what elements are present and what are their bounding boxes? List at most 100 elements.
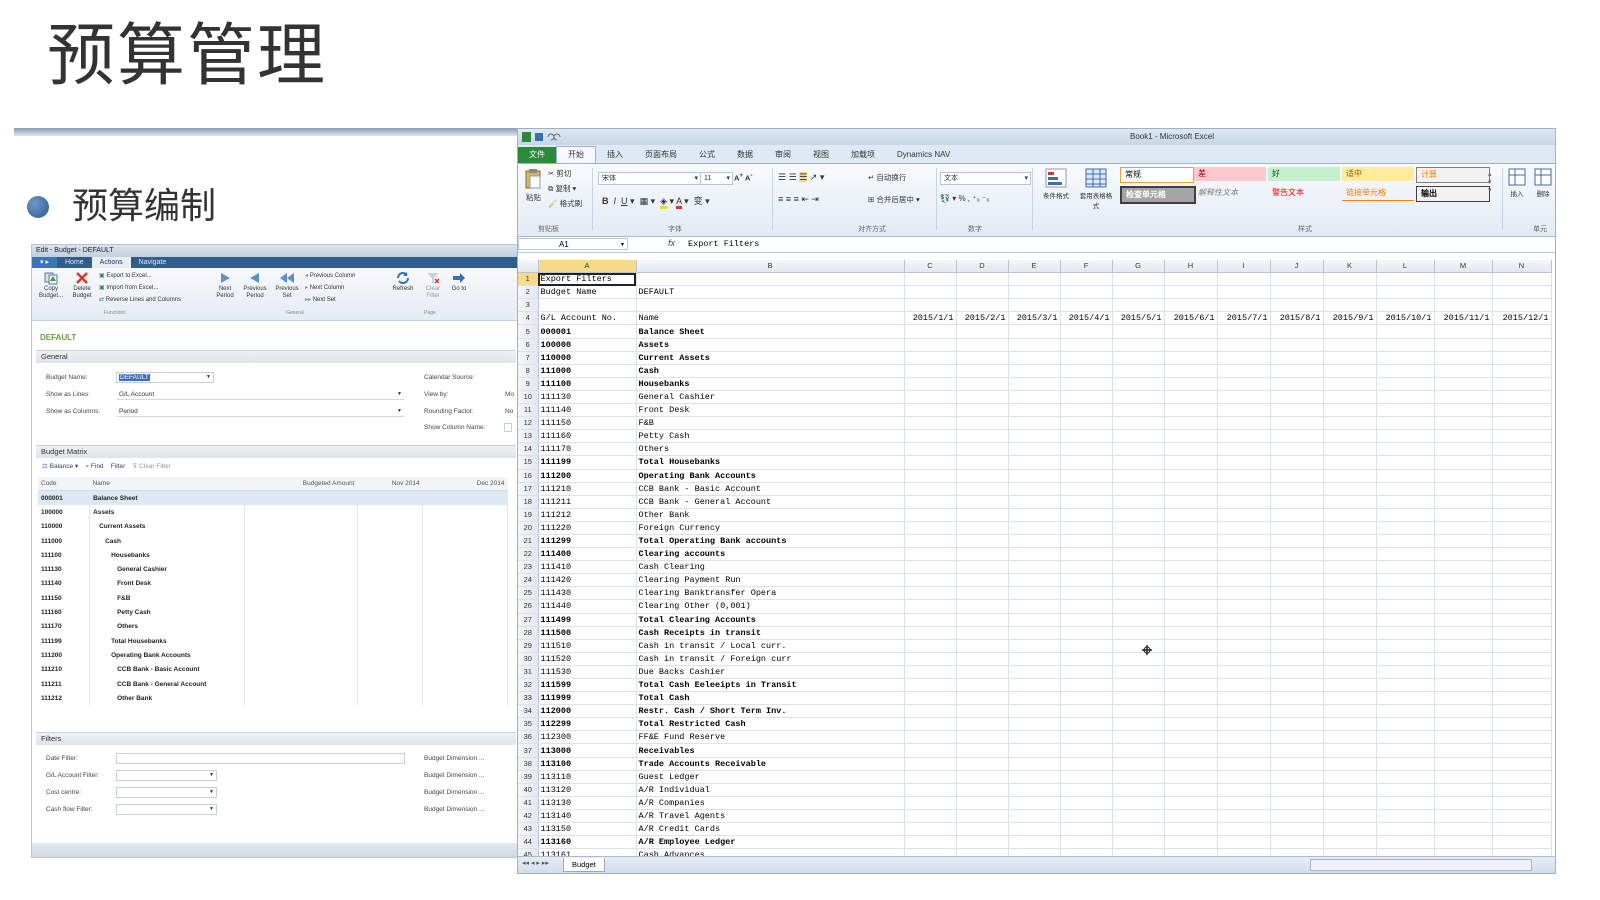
cell-date-column[interactable]: [1112, 809, 1165, 824]
cell-date-column[interactable]: [1434, 534, 1493, 549]
cell-date-column[interactable]: [1376, 547, 1435, 562]
row-header[interactable]: 37: [518, 743, 539, 758]
cell-date-column[interactable]: [1217, 285, 1271, 300]
decrease-decimal-icon[interactable]: ⁻₀: [982, 194, 990, 203]
cell-date-column[interactable]: [1164, 455, 1218, 470]
cell-date-column[interactable]: [904, 455, 957, 470]
cell-a[interactable]: 113130: [538, 796, 637, 810]
cell-date-column[interactable]: [1434, 743, 1493, 758]
cell-date-column[interactable]: [1217, 390, 1271, 405]
cell-date-column[interactable]: [1164, 508, 1218, 522]
dec-2014-cell[interactable]: [422, 533, 508, 549]
cell-date-column[interactable]: [1217, 560, 1271, 575]
horizontal-align-buttons[interactable]: ≡ ≡ ≡ ⇤ ⇥: [778, 194, 819, 205]
cell-date-column[interactable]: 2015/4/1: [1060, 311, 1113, 326]
table-row[interactable]: 111200 Operating Bank Accounts: [38, 648, 508, 663]
dec-2014-cell[interactable]: [422, 662, 508, 677]
cell-date-column[interactable]: [1008, 560, 1061, 575]
cell-b[interactable]: Name: [636, 311, 905, 326]
nav-tab-actions[interactable]: Actions: [91, 257, 131, 268]
table-row[interactable]: 111212 Other Bank: [38, 691, 508, 706]
cell-date-column[interactable]: [1217, 429, 1271, 444]
row-header[interactable]: 8: [518, 364, 539, 378]
cell-date-column[interactable]: [1060, 534, 1113, 549]
font-name-select[interactable]: 宋体 ▾: [598, 172, 701, 185]
table-row[interactable]: 000001 Balance Sheet: [38, 490, 508, 506]
cell-date-column[interactable]: [904, 377, 957, 391]
cell-date-column[interactable]: [1492, 285, 1552, 300]
horizontal-scrollbar[interactable]: [1310, 859, 1532, 871]
cell-date-column[interactable]: [1008, 678, 1061, 693]
cell-date-column[interactable]: [956, 757, 1009, 771]
cell-date-column[interactable]: [1323, 639, 1377, 653]
cell-date-column[interactable]: [1217, 534, 1271, 549]
cell-date-column[interactable]: [1060, 717, 1113, 732]
cell-date-column[interactable]: 2015/3/1: [1008, 311, 1061, 326]
cell-date-column[interactable]: [1270, 338, 1324, 352]
dec-2014-cell[interactable]: [422, 648, 508, 663]
style-calculation[interactable]: 计算: [1416, 167, 1490, 183]
cell-date-column[interactable]: [1434, 757, 1493, 771]
cell-date-column[interactable]: [1112, 717, 1165, 732]
cell-b[interactable]: Clearing accounts: [636, 547, 905, 562]
cell-date-column[interactable]: [1217, 835, 1271, 850]
style-explanatory[interactable]: 解释性文本: [1194, 186, 1266, 200]
cell-date-column[interactable]: [1112, 298, 1165, 313]
cell-date-column[interactable]: [1164, 770, 1218, 784]
cell-date-column[interactable]: [956, 704, 1009, 719]
cell-date-column[interactable]: [1323, 835, 1377, 850]
table-row[interactable]: 111170 Others: [38, 619, 508, 634]
phonetic-icon[interactable]: 变: [694, 196, 703, 206]
cell-date-column[interactable]: [904, 822, 957, 837]
cell-date-column[interactable]: [1492, 390, 1552, 405]
font-grow-shrink-buttons[interactable]: A+ A-: [734, 172, 752, 183]
cell-date-column[interactable]: [1008, 796, 1061, 810]
nov-2014-cell[interactable]: [357, 533, 424, 549]
cell-date-column[interactable]: [904, 770, 957, 784]
cell-date-column[interactable]: [1323, 429, 1377, 444]
cell-date-column[interactable]: [1060, 298, 1113, 313]
nav-app-menu[interactable]: ▾ ▸: [32, 257, 57, 268]
cell-date-column[interactable]: [904, 665, 957, 680]
cell-date-column[interactable]: [1008, 599, 1061, 614]
dec-2014-cell[interactable]: [422, 505, 508, 520]
cell-date-column[interactable]: [1217, 377, 1271, 391]
cell-date-column[interactable]: [1323, 377, 1377, 391]
col-header-name[interactable]: Name: [89, 477, 245, 491]
cell-a[interactable]: 111530: [538, 665, 637, 680]
cell-date-column[interactable]: [1492, 835, 1552, 850]
cell-date-column[interactable]: [1323, 573, 1377, 588]
cell-date-column[interactable]: [1492, 455, 1552, 470]
cell-date-column[interactable]: [1164, 809, 1218, 824]
cell-date-column[interactable]: [1060, 469, 1113, 483]
cell-a[interactable]: 113140: [538, 809, 637, 824]
budgeted-amount-cell[interactable]: [244, 676, 358, 692]
cell-date-column[interactable]: [904, 613, 957, 627]
cell-date-column[interactable]: [1060, 652, 1113, 666]
row-header[interactable]: 26: [518, 599, 539, 614]
cell-a[interactable]: 000001: [538, 324, 637, 339]
cell-date-column[interactable]: [1217, 482, 1271, 496]
cell-date-column[interactable]: [1492, 809, 1552, 824]
cell-a[interactable]: 112000: [538, 704, 637, 719]
cell-a[interactable]: 113110: [538, 770, 637, 784]
cell-date-column[interactable]: [1376, 469, 1435, 483]
row-header[interactable]: 36: [518, 730, 539, 745]
cell-b[interactable]: [636, 298, 905, 313]
cell-date-column[interactable]: [1112, 469, 1165, 483]
row-header[interactable]: 31: [518, 665, 539, 680]
go-to-button[interactable]: Go to: [448, 271, 470, 293]
cell-date-column[interactable]: [1060, 455, 1113, 470]
cell-date-column[interactable]: [1323, 403, 1377, 418]
cell-date-column[interactable]: [1060, 704, 1113, 719]
cell-date-column[interactable]: [904, 704, 957, 719]
cell-date-column[interactable]: [1492, 770, 1552, 784]
nov-2014-cell[interactable]: [357, 519, 424, 534]
cell-a[interactable]: Export Filters: [538, 272, 637, 287]
row-header[interactable]: 43: [518, 822, 539, 837]
cell-date-column[interactable]: [956, 599, 1009, 614]
cell-b[interactable]: Total Restricted Cash: [636, 717, 905, 732]
cell-date-column[interactable]: [1270, 324, 1324, 339]
cell-date-column[interactable]: [904, 351, 957, 365]
cell-b[interactable]: A/R Employee Ledger: [636, 835, 905, 850]
